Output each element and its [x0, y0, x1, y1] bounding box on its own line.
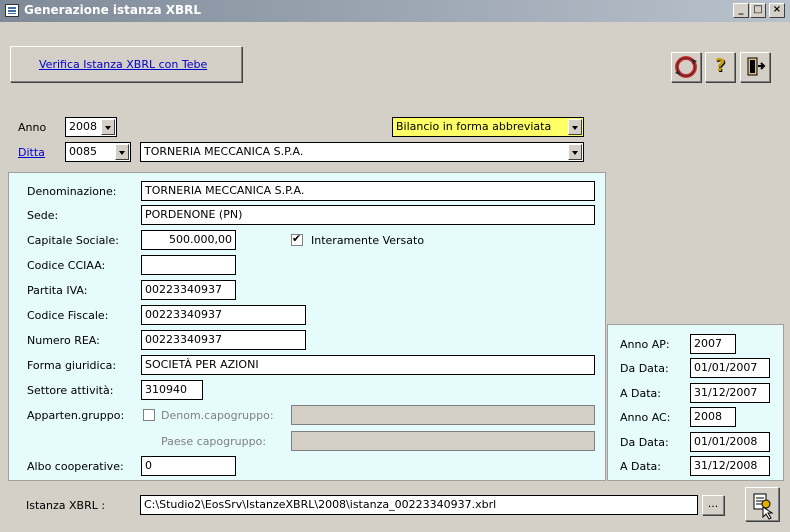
rea-label: Numero REA: — [27, 334, 100, 347]
header-panel: Anno 2008 Bilancio in forma abbreviata D… — [8, 105, 606, 170]
istanza-path-field[interactable]: C:\Studio2\EosSrv\IstanzeXBRL\2008\istan… — [140, 495, 698, 515]
browse-label: ... — [707, 497, 719, 510]
close-button[interactable]: × — [769, 3, 785, 18]
paese-capo-label: Paese capogruppo: — [161, 435, 267, 448]
paese-capo-field[interactable] — [291, 431, 595, 451]
sede-field[interactable]: PORDENONE (PN) — [141, 205, 595, 225]
refresh-button[interactable] — [671, 52, 701, 82]
forma-field[interactable]: SOCIETÀ PER AZIONI — [141, 355, 595, 375]
denom-capo-label: Denom.capogruppo: — [161, 409, 274, 422]
ditta-code-value: 0085 — [69, 145, 97, 158]
ditta-name-value: TORNERIA MECCANICA S.P.A. — [144, 145, 304, 158]
app-icon — [5, 4, 19, 17]
a-data-ac-field[interactable]: 31/12/2008 — [690, 456, 770, 476]
ditta-name-select[interactable]: TORNERIA MECCANICA S.P.A. — [140, 142, 584, 162]
cf-label: Codice Fiscale: — [27, 309, 109, 322]
generate-icon — [753, 493, 774, 520]
gruppo-checkbox[interactable] — [143, 409, 155, 421]
capitale-field[interactable]: 500.000,00 — [141, 230, 236, 250]
da-data-ap-label: Da Data: — [620, 362, 669, 375]
footer-bar: Istanza XBRL : C:\Studio2\EosSrv\Istanze… — [8, 485, 784, 525]
denom-capo-field[interactable] — [291, 405, 595, 425]
window-title: Generazione istanza XBRL — [24, 3, 202, 17]
versato-checkbox[interactable] — [291, 232, 303, 246]
capitale-label: Capitale Sociale: — [27, 234, 119, 247]
anno-ap-field[interactable]: 2007 — [690, 334, 736, 354]
versato-label: Interamente Versato — [311, 234, 425, 247]
ditta-code-select[interactable]: 0085 — [65, 142, 131, 162]
help-button[interactable]: ? — [705, 52, 735, 82]
piva-field[interactable]: 00223340937 — [141, 280, 236, 300]
maximize-button[interactable]: □ — [750, 3, 766, 18]
chevron-down-icon[interactable] — [568, 119, 582, 135]
anno-select[interactable]: 2008 — [65, 117, 117, 137]
albo-field[interactable]: 0 — [141, 456, 236, 476]
da-data-ap-field[interactable]: 01/01/2007 — [690, 358, 770, 378]
cciaa-label: Codice CCIAA: — [27, 259, 106, 272]
cciaa-field[interactable] — [141, 255, 236, 275]
verify-link[interactable]: Verifica Istanza XBRL con Tebe — [39, 58, 207, 71]
settore-label: Settore attività: — [27, 384, 114, 397]
settore-field[interactable]: 310940 — [141, 380, 203, 400]
anno-value: 2008 — [69, 120, 97, 133]
a-data-ap-field[interactable]: 31/12/2007 — [690, 383, 770, 403]
company-form: Denominazione: TORNERIA MECCANICA S.P.A.… — [8, 172, 606, 481]
browse-button[interactable]: ... — [702, 495, 724, 515]
anno-ac-field[interactable]: 2008 — [690, 407, 736, 427]
sede-label: Sede: — [27, 209, 59, 222]
a-data-ap-label: A Data: — [620, 387, 661, 400]
bilancio-value: Bilancio in forma abbreviata — [396, 120, 552, 133]
da-data-ac-field[interactable]: 01/01/2008 — [690, 432, 770, 452]
chevron-down-icon[interactable] — [568, 144, 582, 160]
title-bar: Generazione istanza XBRL _ □ × — [0, 0, 790, 22]
anno-label: Anno — [18, 121, 47, 134]
anno-ac-label: Anno AC: — [620, 411, 671, 424]
rea-field[interactable]: 00223340937 — [141, 330, 306, 350]
help-icon: ? — [715, 55, 726, 76]
exit-button[interactable] — [740, 52, 770, 82]
generate-button[interactable] — [745, 487, 779, 521]
albo-label: Albo cooperative: — [27, 460, 124, 473]
right-empty-panel — [607, 105, 784, 323]
app-window: Generazione istanza XBRL _ □ × Verifica … — [0, 0, 790, 532]
minimize-button[interactable]: _ — [733, 3, 749, 18]
gruppo-label: Apparten.gruppo: — [27, 409, 125, 422]
chevron-down-icon[interactable] — [115, 144, 129, 160]
ditta-link[interactable]: Ditta — [18, 146, 45, 159]
verify-button[interactable]: Verifica Istanza XBRL con Tebe — [10, 46, 242, 82]
cf-field[interactable]: 00223340937 — [141, 305, 306, 325]
exit-icon — [747, 57, 766, 76]
da-data-ac-label: Da Data: — [620, 436, 669, 449]
forma-label: Forma giuridica: — [27, 359, 117, 372]
piva-label: Partita IVA: — [27, 284, 88, 297]
bilancio-select[interactable]: Bilancio in forma abbreviata — [392, 117, 584, 137]
denominazione-label: Denominazione: — [27, 185, 117, 198]
period-panel: Anno AP: 2007 Da Data: 01/01/2007 A Data… — [607, 324, 784, 481]
refresh-icon — [675, 56, 697, 78]
denominazione-field[interactable]: TORNERIA MECCANICA S.P.A. — [141, 181, 595, 201]
chevron-down-icon[interactable] — [101, 119, 115, 135]
anno-ap-label: Anno AP: — [620, 338, 670, 351]
a-data-ac-label: A Data: — [620, 460, 661, 473]
istanza-label: Istanza XBRL : — [26, 499, 106, 512]
